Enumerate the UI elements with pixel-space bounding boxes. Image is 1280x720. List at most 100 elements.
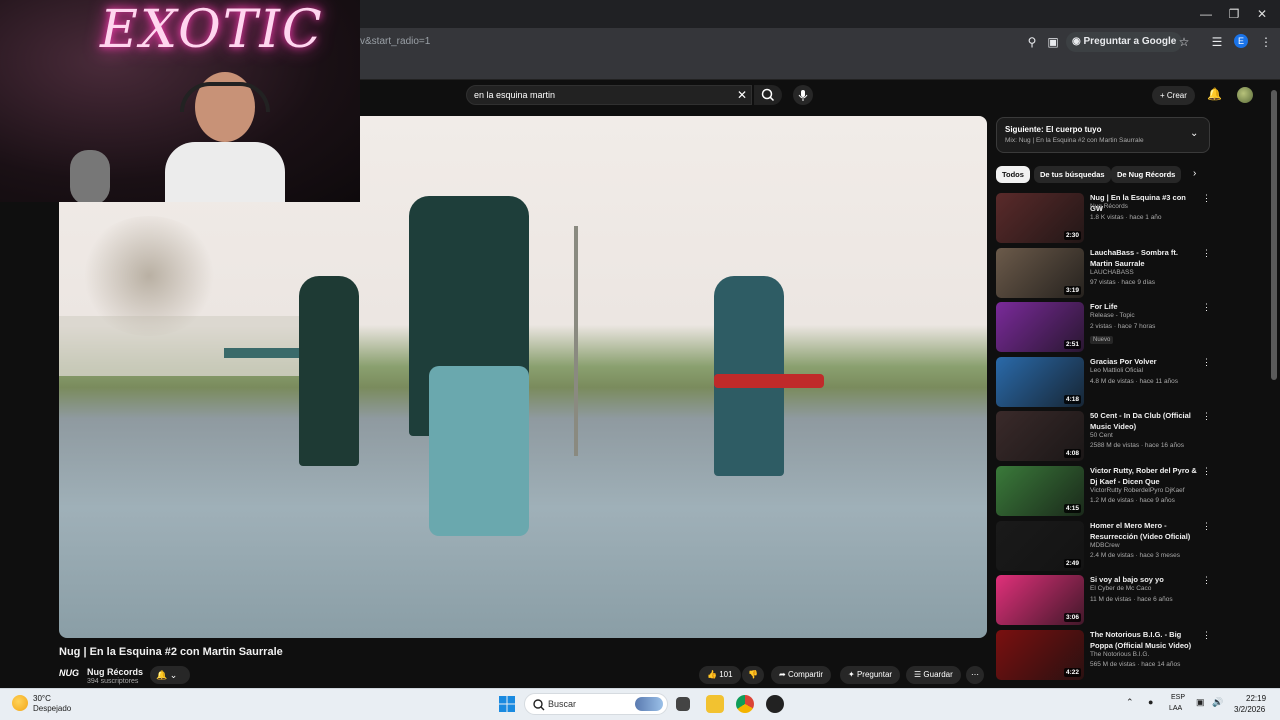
search-query-text[interactable]: en la esquina martin: [474, 90, 555, 100]
page-scrollbar[interactable]: [1271, 90, 1277, 380]
channel-name[interactable]: Nug Récords: [87, 667, 143, 677]
more-options-icon[interactable]: ⋮: [1202, 357, 1211, 368]
recommendation-thumbnail[interactable]: 4:18: [996, 357, 1084, 407]
user-avatar[interactable]: [1237, 87, 1253, 103]
chip-todos[interactable]: Todos: [996, 166, 1030, 183]
recommendation-thumbnail[interactable]: 4:15: [996, 466, 1084, 516]
recommendation-thumbnail[interactable]: 3:06: [996, 575, 1084, 625]
recommendation-channel[interactable]: MDBCrew: [1090, 542, 1120, 549]
create-button[interactable]: + Crear: [1152, 86, 1195, 105]
taskbar-search-box[interactable]: [524, 693, 668, 715]
recommendation-channel[interactable]: Nug Récords: [1090, 203, 1128, 210]
clock-date[interactable]: 3/2/2026: [1234, 705, 1265, 714]
like-button[interactable]: 👍 101: [699, 666, 741, 684]
chrome-icon[interactable]: [736, 695, 754, 713]
save-button[interactable]: ☰ Guardar: [906, 666, 961, 684]
recommendation-item[interactable]: 4:18 Gracias Por Volver Leo Mattioli Ofici…: [996, 357, 1212, 407]
more-options-icon[interactable]: ⋮: [1202, 521, 1211, 532]
clock-time[interactable]: 22:19: [1246, 694, 1266, 703]
video-duration: 4:08: [1063, 449, 1081, 458]
recommendation-item[interactable]: 3:06 Si voy al bajo soy yo El Cyber de Mc …: [996, 575, 1212, 625]
recommendation-channel[interactable]: Release - Topic: [1090, 312, 1135, 319]
recommendation-item[interactable]: 2:30 Nug | En la Esquina #3 con GW Nug Réc…: [996, 193, 1212, 243]
input-language[interactable]: ESP: [1171, 694, 1185, 701]
weather-temperature[interactable]: 30°C: [33, 694, 51, 703]
more-actions-button[interactable]: ⋯: [966, 666, 984, 684]
more-options-icon[interactable]: ⋮: [1202, 302, 1211, 313]
recommendation-channel[interactable]: The Notorious B.I.G.: [1090, 651, 1149, 658]
bookmark-star-icon[interactable]: ☆: [1176, 34, 1192, 50]
share-button[interactable]: ➦ Compartir: [771, 666, 832, 684]
recommendation-item[interactable]: 4:08 50 Cent - In Da Club (Official Music…: [996, 411, 1212, 461]
browser-profile-avatar[interactable]: E: [1234, 34, 1248, 48]
zoom-icon[interactable]: ⚲: [1024, 34, 1040, 50]
weather-description[interactable]: Despejado: [33, 704, 71, 713]
volume-icon[interactable]: 🔊: [1212, 697, 1223, 708]
more-options-icon[interactable]: ⋮: [1202, 575, 1211, 586]
file-explorer-icon[interactable]: [706, 695, 724, 713]
media-control-icon[interactable]: ☰: [1209, 34, 1225, 50]
restore-icon[interactable]: ❐: [1226, 6, 1242, 22]
recommendation-title[interactable]: Victor Rutty, Rober del Pyro & Dj Kaef -…: [1090, 466, 1200, 487]
close-window-icon[interactable]: ✕: [1254, 6, 1270, 22]
ask-google-button[interactable]: ◉ Preguntar a Google: [1066, 32, 1183, 52]
recommendation-channel[interactable]: VictorRutty RoberdelPyro DjKaef: [1090, 487, 1185, 494]
network-icon[interactable]: ▣: [1196, 697, 1205, 708]
input-layout[interactable]: LAA: [1169, 705, 1182, 712]
ask-button[interactable]: ✦ Preguntar: [840, 666, 901, 684]
recommendation-title[interactable]: The Notorious B.I.G. - Big Poppa (Offici…: [1090, 630, 1200, 651]
chevron-down-icon[interactable]: ⌄: [1190, 128, 1198, 139]
recommendation-item[interactable]: 2:51 For Life Release - Topic 2 vistas · ha…: [996, 302, 1212, 352]
voice-search-button[interactable]: [793, 85, 813, 105]
search-button[interactable]: [754, 85, 782, 105]
chip-de-nug-records[interactable]: De Nug Récords: [1111, 166, 1182, 183]
windows-start-icon[interactable]: [499, 696, 515, 712]
notifications-bell-icon[interactable]: 🔔: [1207, 87, 1222, 101]
tray-microphone-icon[interactable]: ●: [1148, 697, 1153, 707]
tray-chevron-up-icon[interactable]: ⌃: [1126, 697, 1134, 708]
recommendation-channel[interactable]: El Cyber de Mc Caco: [1090, 585, 1151, 592]
recommendation-title[interactable]: Gracias Por Volver: [1090, 357, 1200, 368]
recommendation-channel[interactable]: 50 Cent: [1090, 432, 1113, 439]
recommendation-title[interactable]: LauchaBass - Sombra ft. Martin Saurrale: [1090, 248, 1200, 269]
cast-icon[interactable]: ▣: [1045, 34, 1061, 50]
search-icon: [761, 88, 775, 102]
more-options-icon[interactable]: ⋮: [1202, 411, 1211, 422]
obs-icon[interactable]: [766, 695, 784, 713]
recommendation-title[interactable]: Si voy al bajo soy yo: [1090, 575, 1200, 586]
ask-label: Preguntar: [856, 670, 893, 679]
chip-de-tus-busquedas[interactable]: De tus búsquedas: [1034, 166, 1111, 183]
playlist-next-panel[interactable]: [996, 117, 1210, 153]
chevron-down-icon: ⌄: [169, 670, 178, 680]
recommendation-thumbnail[interactable]: 4:22: [996, 630, 1084, 680]
recommendation-thumbnail[interactable]: 3:19: [996, 248, 1084, 298]
recommendation-channel[interactable]: Leo Mattioli Oficial: [1090, 367, 1143, 374]
recommendation-thumbnail[interactable]: 2:51: [996, 302, 1084, 352]
more-options-icon[interactable]: ⋮: [1202, 630, 1211, 641]
subscription-notifications-button[interactable]: 🔔 ⌄: [150, 666, 190, 684]
clear-search-icon[interactable]: ✕: [737, 88, 747, 102]
minimize-icon[interactable]: —: [1198, 6, 1214, 22]
recommendation-title[interactable]: 50 Cent - In Da Club (Official Music Vid…: [1090, 411, 1200, 432]
chevron-right-icon[interactable]: ›: [1193, 168, 1196, 179]
recommendation-title[interactable]: For Life: [1090, 302, 1200, 313]
task-view-icon[interactable]: [676, 697, 690, 711]
recommendation-thumbnail[interactable]: 4:08: [996, 411, 1084, 461]
chrome-menu-icon[interactable]: ⋮: [1258, 34, 1274, 50]
recommendation-thumbnail[interactable]: 2:30: [996, 193, 1084, 243]
recommendation-thumbnail[interactable]: 2:49: [996, 521, 1084, 571]
recommendation-channel[interactable]: LAUCHABASS: [1090, 269, 1134, 276]
url-text[interactable]: v&start_radio=1: [360, 36, 430, 47]
more-options-icon[interactable]: ⋮: [1202, 248, 1211, 259]
taskbar-search-placeholder[interactable]: Buscar: [548, 699, 576, 709]
channel-logo[interactable]: NUG: [59, 668, 81, 682]
weather-sun-icon[interactable]: [12, 695, 28, 711]
more-options-icon[interactable]: ⋮: [1202, 466, 1211, 477]
more-options-icon[interactable]: ⋮: [1202, 193, 1211, 204]
recommendation-item[interactable]: 4:22 The Notorious B.I.G. - Big Poppa (Of…: [996, 630, 1212, 680]
recommendation-item[interactable]: 3:19 LauchaBass - Sombra ft. Martin Saurr…: [996, 248, 1212, 298]
recommendation-title[interactable]: Homer el Mero Mero - Resurrección (Video…: [1090, 521, 1200, 542]
recommendation-item[interactable]: 2:49 Homer el Mero Mero - Resurrección (V…: [996, 521, 1212, 571]
recommendation-item[interactable]: 4:15 Victor Rutty, Rober del Pyro & Dj Ka…: [996, 466, 1212, 516]
dislike-button[interactable]: 👎: [742, 666, 764, 684]
